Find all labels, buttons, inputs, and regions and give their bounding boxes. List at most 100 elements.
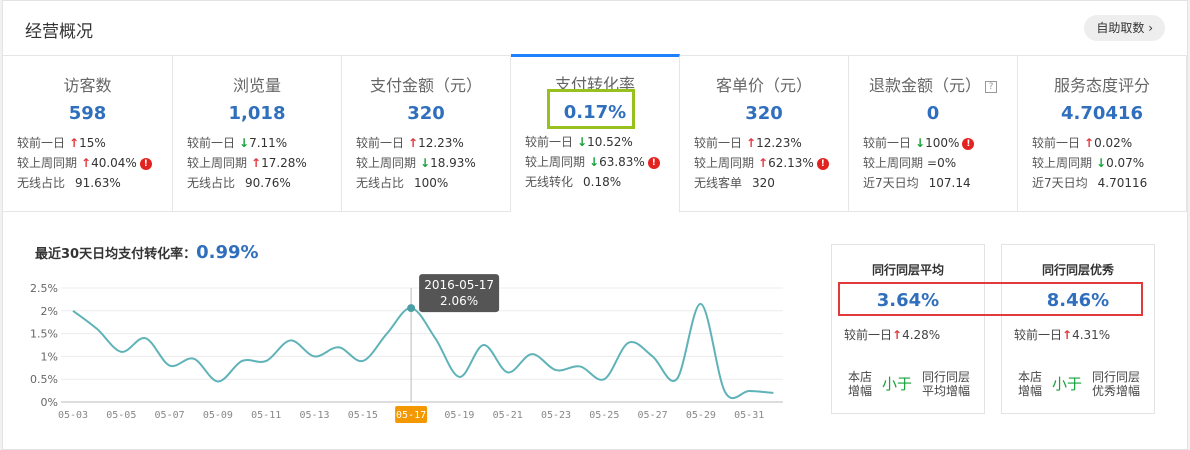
data-point [578,364,582,368]
metric-title-text: 客单价（元） [715,76,812,95]
metric-value: 4.70416 [1061,103,1143,124]
metric-title-text: 浏览量 [232,76,281,95]
metric-card-4[interactable]: 客单价（元） 320 较前一日 ↑12.23% 较上周同期 ↑62.13%! 无线客单 320 [680,56,849,212]
metric-row-value: 12.23% [418,136,464,150]
data-point [337,345,341,349]
metric-row-label: 较上周同期 [187,156,248,170]
metric-row-label: 较前一日 [525,135,574,149]
data-point [602,377,606,381]
metric-rows: 较前一日 ↓7.11% 较上周同期 ↑17.28% 无线占比 90.76% [187,133,307,193]
metric-row-value: 4.70116 [1097,176,1148,190]
metric-row: 较上周同期 ↓0.07% [1032,153,1147,173]
metric-row: 较前一日 ↓10.52% [525,132,660,152]
x-tick-label: 05-03 [58,410,88,421]
y-tick-label: 2.5% [30,282,58,295]
metric-row-label: 较前一日 [694,136,743,150]
data-point [143,336,147,340]
metric-row: 较上周同期 ↓63.83%! [525,152,660,172]
self-service-data-button[interactable]: 自助取数 › [1084,15,1165,41]
metric-row-value: 18.93% [430,156,476,170]
metric-row-value: 0.07% [1106,156,1145,170]
y-tick-label: 2% [41,305,58,318]
equal-icon: = [927,156,938,170]
arrow-up-icon: ↑ [1062,328,1073,342]
metric-row-value: 90.76% [245,176,291,190]
data-point [626,341,630,345]
data-point [771,391,775,395]
peer-compare-label: 较前一日 [1014,328,1063,342]
metric-title-text: 支付金额（元） [369,76,482,95]
peer-compare: 较前一日↑4.31% [1014,326,1110,343]
chart-title-label: 最近30天日均支付转化率： [35,247,197,262]
metric-row: 无线占比 100% [356,173,476,193]
metric-card-0[interactable]: 访客数 598 较前一日 ↑15% 较上周同期 ↑40.04%! 无线占比 91.63% [3,56,173,212]
help-icon[interactable]: ? [985,80,997,93]
peer-comparison-operator: 小于 [1052,375,1083,393]
data-point [71,309,75,313]
metric-title: 浏览量 [173,72,341,96]
data-point [723,390,727,394]
arrow-down-icon: ↓ [1096,156,1107,170]
y-tick-label: 0% [41,396,58,409]
arrow-down-icon: ↓ [589,155,600,169]
metric-row-label: 较前一日 [1032,136,1081,150]
warning-icon[interactable]: ! [962,137,975,150]
metric-row-label: 较上周同期 [863,156,924,170]
metric-row: 较上周同期 =0% [863,153,974,173]
metric-row: 较上周同期 ↑17.28% [187,153,307,173]
metric-title: 访客数 [3,72,172,96]
data-point [168,364,172,368]
peer-own-growth-label: 本店增幅 [1017,370,1042,398]
data-point [482,343,486,347]
metric-row: 无线占比 91.63% [17,173,152,193]
metric-value: 320 [745,103,783,124]
peer-excellent-card: 同行同层优秀 8.46% 较前一日↑4.31% 本店增幅 小于 同行同层优秀增幅 [1001,244,1155,414]
metric-row-value: 100% [925,136,960,150]
warning-icon[interactable]: ! [647,156,660,169]
data-point [457,375,461,379]
series-line [72,302,774,400]
metric-card-3[interactable]: 支付转化率 0.17% 较前一日 ↓10.52% 较上周同期 ↓63.83%! 无线转化 0.… [511,54,680,213]
arrow-up-icon: ↑ [81,156,92,170]
metric-title: 支付金额（元） [342,72,510,96]
metric-row: 较前一日 ↓100%! [863,133,975,153]
x-tick-label: 05-25 [589,410,619,421]
metric-row-label: 无线占比 [17,176,66,190]
peer-values-highlight-box [838,282,1143,316]
arrow-up-icon: ↑ [758,156,769,170]
x-tick-label: 05-31 [734,410,764,421]
arrow-down-icon: ↓ [239,136,250,150]
metric-row-value: 91.63% [75,176,121,190]
metric-row: 较上周同期 ↓18.93% [356,153,476,173]
business-overview-panel: 经营概况 自助取数 › 访客数 598 较前一日 ↑15% 较上周同期 ↑40.04%! 无… [2,0,1188,450]
metric-row: 无线占比 90.76% [187,173,307,193]
warning-icon[interactable]: ! [816,157,829,170]
metric-row-label: 较前一日 [187,136,236,150]
metric-card-2[interactable]: 支付金额（元） 320 较前一日 ↑12.23% 较上周同期 ↓18.93% 无线占比 100… [342,56,511,212]
data-point [95,327,99,331]
data-point [675,377,679,381]
metric-rows: 较前一日 ↓100%! 较上周同期 =0% 近7天日均 107.14 [863,133,975,193]
metric-row-label: 较上周同期 [17,156,78,170]
peer-average-card: 同行同层平均 3.64% 较前一日↑4.28% 本店增幅 小于 同行同层平均增幅 [831,244,985,414]
metric-card-6[interactable]: 服务态度评分 4.70416 较前一日 ↑0.02% 较上周同期 ↓0.07% 近7天日均 4… [1018,56,1187,212]
metric-row-value: 15% [79,136,106,150]
data-point [264,359,268,363]
metric-row-label: 无线占比 [356,176,405,190]
metric-title-text: 服务态度评分 [1053,76,1150,95]
metric-row-value: 0.18% [583,175,622,189]
peer-title: 同行同层平均 [871,263,944,277]
x-tick-label: 05-23 [541,410,571,421]
metric-row-label: 无线客单 [694,176,743,190]
warning-icon[interactable]: ! [139,157,152,170]
arrow-up-icon: ↑ [408,136,419,150]
metric-card-5[interactable]: 退款金额（元）? 0 较前一日 ↓100%! 较上周同期 =0% 近7天日均 107.14 [849,56,1018,212]
metric-rows: 较前一日 ↑15% 较上周同期 ↑40.04%! 无线占比 91.63% [17,133,152,193]
peer-own-growth-label: 本店增幅 [847,370,872,398]
data-point [506,370,510,374]
x-tick-label: 05-11 [251,410,281,421]
x-tick-label: 05-17 [396,410,426,421]
tooltip-value: 2.06% [440,294,478,308]
metric-row-label: 较前一日 [863,136,912,150]
metric-card-1[interactable]: 浏览量 1,018 较前一日 ↓7.11% 较上周同期 ↑17.28% 无线占比 90.76% [173,56,342,212]
